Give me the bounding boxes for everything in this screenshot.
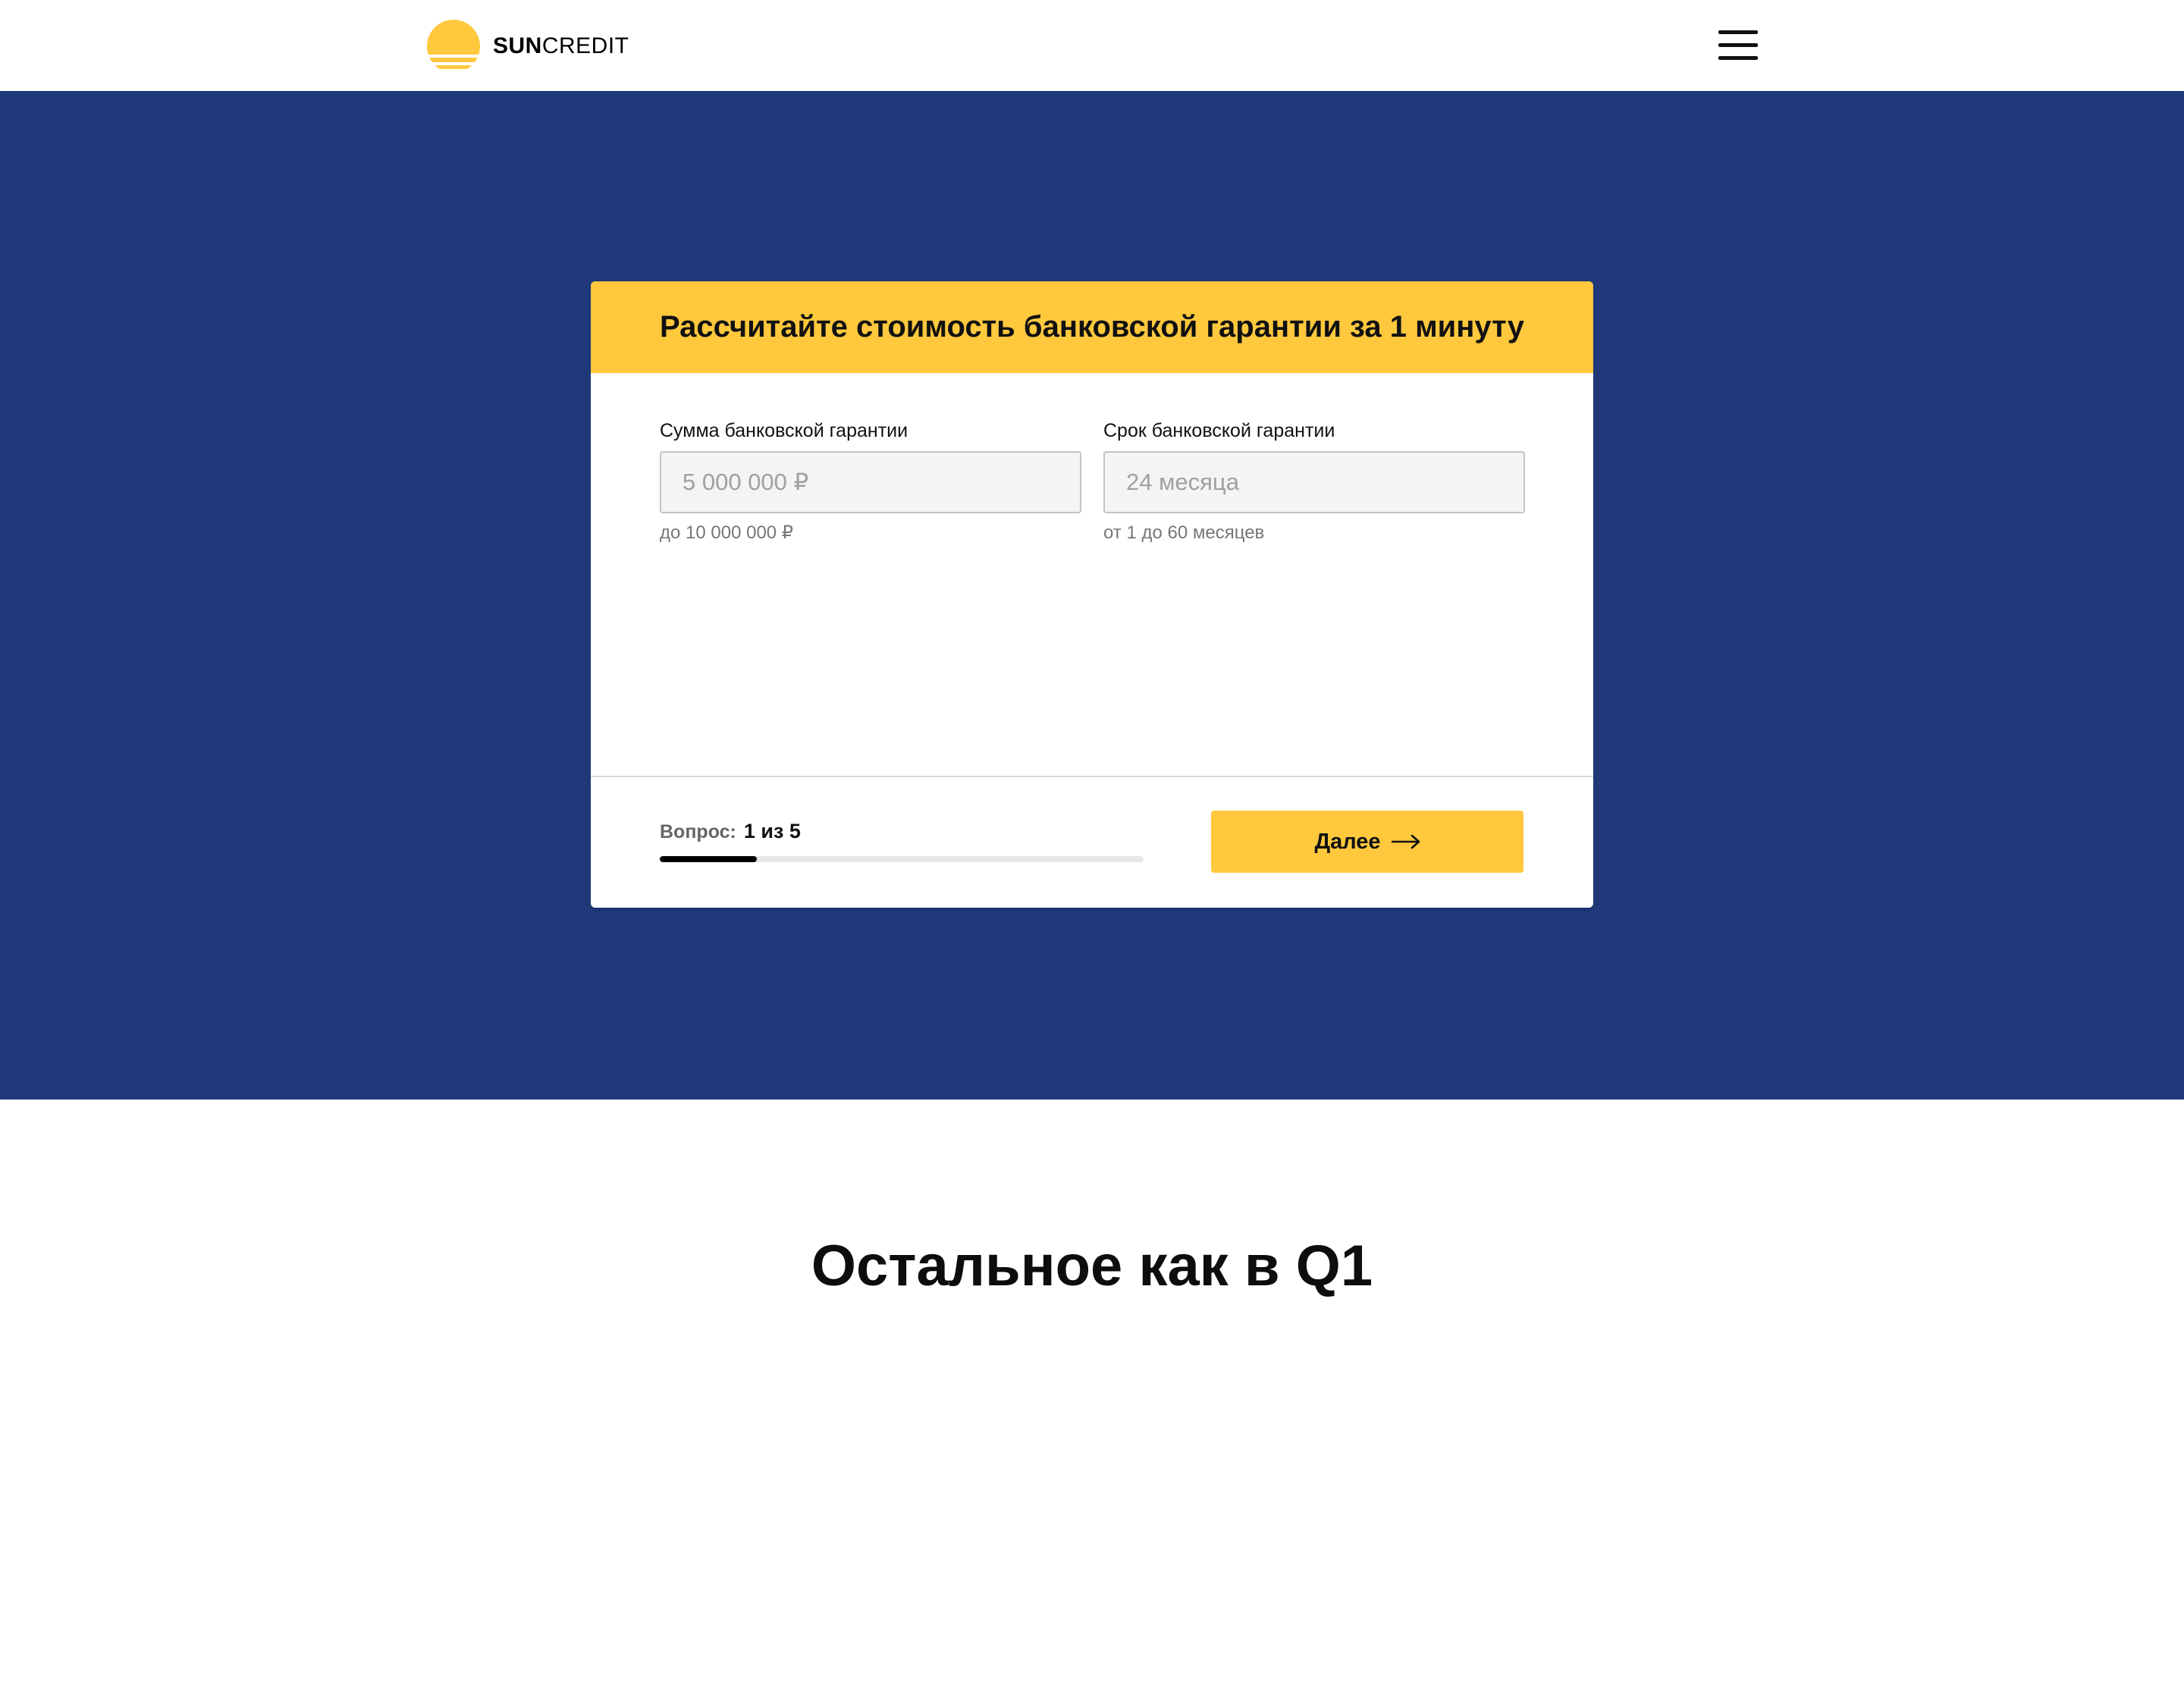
arrow-right-icon <box>1391 834 1420 849</box>
brand-name-credit: CREDIT <box>541 33 629 58</box>
term-input[interactable] <box>1103 451 1525 513</box>
card-divider <box>591 776 1593 777</box>
term-hint: от 1 до 60 месяцев <box>1103 522 1265 543</box>
amount-label: Сумма банковской гарантии <box>660 420 908 441</box>
site-header: SUNCREDIT <box>0 0 2184 91</box>
progress-label: Вопрос: <box>660 821 736 842</box>
brand-name: SUNCREDIT <box>493 35 629 58</box>
term-label: Срок банковской гарантии <box>1103 420 1335 441</box>
progress-value: 1 из 5 <box>743 820 801 842</box>
sun-logo-icon <box>427 20 480 69</box>
hamburger-icon[interactable] <box>1718 29 1758 62</box>
term-field-group: Срок банковской гарантии от 1 до 60 меся… <box>1103 418 1525 545</box>
calculator-header: Рассчитайте стоимость банковской гаранти… <box>591 281 1593 373</box>
next-button[interactable]: Далее <box>1211 811 1523 873</box>
calculator-title: Рассчитайте стоимость банковской гаранти… <box>660 310 1524 344</box>
section-heading: Остальное как в Q1 <box>811 1234 1373 1298</box>
amount-input[interactable] <box>660 451 1081 513</box>
logo[interactable]: SUNCREDIT <box>426 19 629 74</box>
progress-bar <box>660 856 1144 862</box>
calculator-card: Рассчитайте стоимость банковской гаранти… <box>591 281 1593 908</box>
brand-name-sun: SUN <box>493 33 542 58</box>
amount-field-group: Сумма банковской гарантии до 10 000 000 … <box>660 418 1081 545</box>
next-button-label: Далее <box>1314 829 1381 854</box>
amount-hint: до 10 000 000 ₽ <box>660 522 794 543</box>
progress-indicator: Вопрос: 1 из 5 <box>660 818 801 845</box>
progress-bar-fill <box>660 856 757 862</box>
